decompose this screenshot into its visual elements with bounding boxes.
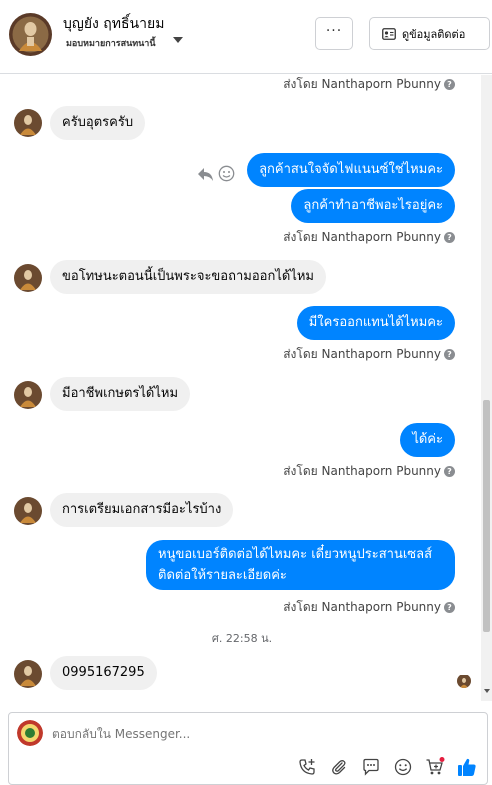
reply-composer [8, 712, 488, 785]
sent-by-name: Nanthaporn Pbunny [321, 230, 441, 244]
incoming-message[interactable]: ครับอุตรครับ [50, 106, 146, 140]
messenger-conversation: บุญยัง ฤทธิ์นายม มอบหมายการสนทนานี้ ··· … [0, 0, 492, 785]
message-timestamp: ศ. 22:58 น. [211, 632, 273, 645]
sent-by-label: ส่งโดย Nanthaporn Pbunny? [283, 75, 455, 94]
outgoing-message[interactable]: ได้ค่ะ [400, 423, 455, 457]
scrollbar-thumb[interactable] [483, 400, 490, 632]
outgoing-message[interactable]: หนูขอเบอร์ติดต่อได้ไหมคะ เดี๋ยวหนูประสาน… [146, 540, 455, 590]
sent-by-label: ส่งโดย Nanthaporn Pbunny? [283, 345, 455, 364]
contact-avatar[interactable] [9, 13, 52, 56]
sent-by-label: ส่งโดย Nanthaporn Pbunny? [283, 598, 455, 617]
help-icon[interactable]: ? [444, 602, 455, 613]
sent-by-label: ส่งโดย Nanthaporn Pbunny? [283, 462, 455, 481]
paperclip-icon[interactable] [327, 755, 351, 779]
help-icon[interactable]: ? [444, 349, 455, 360]
reply-icon[interactable] [197, 166, 214, 182]
sent-by-name: Nanthaporn Pbunny [321, 600, 441, 614]
incoming-message[interactable]: ขอโทษนะตอนนี้เป็นพระจะขอถามออกได้ไหม [50, 260, 327, 294]
help-icon[interactable]: ? [444, 232, 455, 243]
contact-name: บุญยัง ฤทธิ์นายม [63, 16, 165, 32]
outgoing-message[interactable]: ลูกค้าทำอาชีพอะไรอยู่คะ [291, 189, 455, 223]
seen-receipt-avatar [457, 674, 471, 688]
help-icon[interactable]: ? [444, 466, 455, 477]
more-options-button[interactable]: ··· [315, 17, 353, 50]
contact-card-icon [382, 27, 396, 40]
contact-avatar-small [14, 660, 42, 688]
incoming-message[interactable]: การเตรียมเอกสารมีอะไรบ้าง [50, 493, 234, 527]
sent-by-name: Nanthaporn Pbunny [321, 347, 441, 361]
page-avatar [17, 720, 43, 746]
outgoing-message[interactable]: มีใครออกแทนได้ไหมคะ [296, 306, 455, 340]
emoji-icon[interactable] [391, 755, 415, 779]
sent-by-prefix: ส่งโดย [283, 77, 318, 91]
smiley-icon[interactable] [218, 165, 235, 182]
scroll-down-arrow-icon[interactable] [484, 689, 490, 693]
sent-by-name: Nanthaporn Pbunny [321, 464, 441, 478]
assign-conversation-label[interactable]: มอบหมายการสนทนานี้ [66, 36, 156, 50]
chat-bubble-icon[interactable] [359, 755, 383, 779]
contact-avatar-small [14, 109, 42, 137]
sent-by-prefix: ส่งโดย [283, 230, 318, 244]
outgoing-message[interactable]: ลูกค้าสนใจจัดไฟแนนซ์ใช่ไหมคะ [247, 153, 455, 187]
phone-plus-icon[interactable] [295, 755, 319, 779]
more-options-label: ··· [325, 22, 343, 39]
contact-avatar-small [14, 381, 42, 409]
sent-by-name: Nanthaporn Pbunny [321, 77, 441, 91]
incoming-message[interactable]: มีอาชีพเกษตรได้ไหม [50, 377, 191, 411]
view-contact-label: ดูข้อมูลติดต่อ [402, 27, 466, 41]
contact-avatar-small [14, 264, 42, 292]
chevron-down-icon[interactable] [173, 37, 183, 43]
incoming-message[interactable]: 0995167295 [50, 656, 157, 690]
view-contact-button[interactable]: ดูข้อมูลติดต่อ [369, 17, 490, 50]
contact-avatar-small [14, 497, 42, 525]
cart-plus-icon[interactable] [423, 755, 447, 779]
sent-by-prefix: ส่งโดย [283, 347, 318, 361]
thumbs-up-icon[interactable] [455, 755, 479, 779]
sent-by-prefix: ส่งโดย [283, 600, 318, 614]
sent-by-prefix: ส่งโดย [283, 464, 318, 478]
conversation-header: บุญยัง ฤทธิ์นายม มอบหมายการสนทนานี้ ··· … [0, 0, 492, 74]
help-icon[interactable]: ? [444, 79, 455, 90]
sent-by-label: ส่งโดย Nanthaporn Pbunny? [283, 228, 455, 247]
reply-input[interactable] [52, 727, 452, 741]
